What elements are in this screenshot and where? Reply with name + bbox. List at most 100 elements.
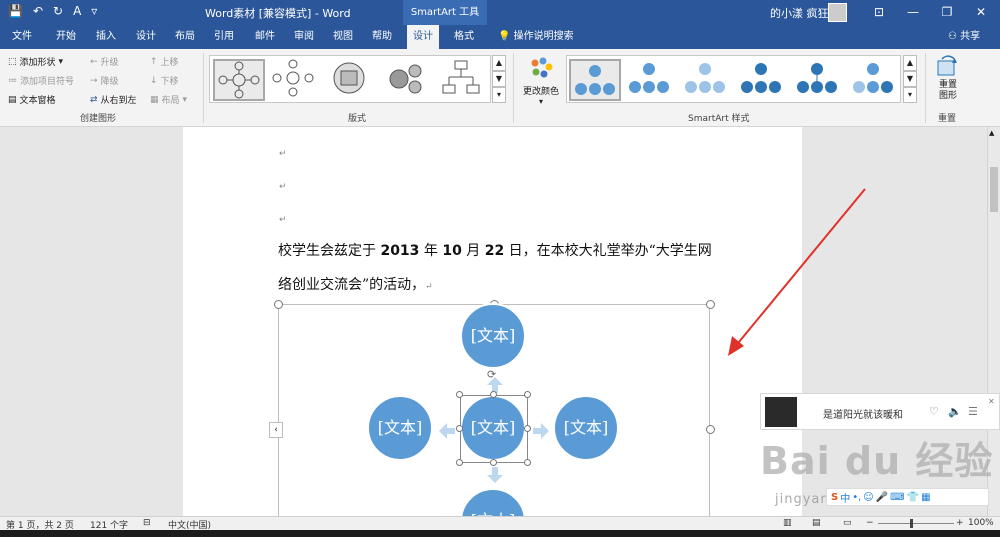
toolbox-icon[interactable]: ▦ xyxy=(921,492,930,503)
redo-icon[interactable]: ↻ xyxy=(53,4,63,18)
zoom-out-icon[interactable]: − xyxy=(866,518,874,528)
web-layout-icon[interactable]: ▭ xyxy=(843,518,852,528)
heart-icon[interactable]: ♡ xyxy=(929,405,939,418)
document-page[interactable]: ↵ ↵ ↵ 校学生会兹定于 2013 年 10 月 22 日，在本校大礼堂举办“… xyxy=(183,127,802,516)
node-resize-handle[interactable] xyxy=(456,425,463,432)
tab-references[interactable]: 引用 xyxy=(208,25,240,49)
tab-file[interactable]: 文件 xyxy=(6,25,38,49)
volume-icon[interactable]: 🔈 xyxy=(948,405,962,418)
restore-icon[interactable]: ❐ xyxy=(930,0,964,25)
style-item[interactable] xyxy=(625,59,677,101)
tab-layout[interactable]: 布局 xyxy=(169,25,201,49)
sogou-icon[interactable]: S xyxy=(831,492,838,503)
playlist-icon[interactable]: ☰ xyxy=(968,405,978,418)
tab-view[interactable]: 视图 xyxy=(327,25,359,49)
promote-button[interactable]: ← 升级 xyxy=(90,55,119,69)
tab-help[interactable]: 帮助 xyxy=(366,25,398,49)
change-colors-button[interactable]: 更改颜色 ▾ xyxy=(520,57,562,106)
body-paragraph-line-2[interactable]: 络创业交流会”的活动，↵ xyxy=(278,274,433,294)
close-icon[interactable]: ✕ xyxy=(988,397,995,406)
punctuation-icon[interactable]: •, xyxy=(852,492,861,503)
scroll-up-icon[interactable]: ▲ xyxy=(989,129,994,137)
tab-design[interactable]: 设计 xyxy=(130,25,162,49)
layout-item[interactable] xyxy=(213,59,265,101)
layout-button[interactable]: ▦ 布局 ▾ xyxy=(150,93,187,107)
tab-home[interactable]: 开始 xyxy=(50,25,82,49)
style-item[interactable] xyxy=(793,59,845,101)
zoom-level[interactable]: 100% xyxy=(968,518,994,528)
avatar[interactable] xyxy=(828,3,847,22)
reset-graphic-button[interactable]: 重置图形 xyxy=(932,55,964,102)
gallery-up-icon[interactable]: ▲ xyxy=(492,55,506,71)
node-resize-handle[interactable] xyxy=(524,425,531,432)
move-up-button[interactable]: ↑ 上移 xyxy=(150,55,179,69)
proofing-icon[interactable]: ⊟ xyxy=(143,518,151,528)
right-to-left-button[interactable]: ⇄ 从右到左 xyxy=(90,93,137,107)
smartart-node-bottom[interactable]: [文本] xyxy=(460,488,526,516)
smartart-node-right[interactable]: [文本] xyxy=(553,395,619,461)
customize-qat-icon[interactable]: ▿ xyxy=(91,4,97,18)
music-popup[interactable]: 是道阳光就该暖和 ♡ 🔈 ☰ ✕ xyxy=(760,393,1000,430)
layout-item[interactable] xyxy=(437,59,489,101)
gallery-down-icon[interactable]: ▼ xyxy=(903,71,917,87)
arrow-right-shape[interactable] xyxy=(531,421,551,441)
chinese-mode-icon[interactable]: 中 xyxy=(840,490,850,505)
node-resize-handle[interactable] xyxy=(490,391,497,398)
tab-smartart-design[interactable]: 设计 xyxy=(407,25,439,49)
style-item[interactable] xyxy=(681,59,733,101)
minimize-icon[interactable]: — xyxy=(896,0,930,25)
skin-icon[interactable]: 👕 xyxy=(907,492,919,503)
smartart-node-left[interactable]: [文本] xyxy=(367,395,433,461)
zoom-slider[interactable] xyxy=(878,523,954,524)
arrow-down-shape[interactable] xyxy=(485,465,505,485)
user-name[interactable]: 的小漾 疯狂 xyxy=(770,5,829,21)
layout-item[interactable] xyxy=(381,59,433,101)
text-pane-toggle[interactable]: ‹ xyxy=(269,422,283,438)
add-bullet-button[interactable]: ≔ 添加项目符号 xyxy=(8,74,74,88)
share-button[interactable]: ⚇ 共享 xyxy=(948,25,980,49)
emoji-icon[interactable]: ☺ xyxy=(863,492,873,503)
gallery-more-icon[interactable]: ▾ xyxy=(492,87,506,103)
text-pane-button[interactable]: ▤ 文本窗格 xyxy=(8,93,56,107)
microphone-icon[interactable]: 🎤 xyxy=(876,492,888,503)
smartart-graphic[interactable]: ‹ [文本] [文本] [文本] [文本] [文本] ⟳ xyxy=(269,300,715,516)
close-icon[interactable]: ✕ xyxy=(964,0,998,25)
layout-item[interactable] xyxy=(269,59,321,101)
print-layout-icon[interactable]: ▤ xyxy=(812,518,821,528)
style-item[interactable] xyxy=(737,59,789,101)
ribbon-display-icon[interactable]: ⊡ xyxy=(862,0,896,25)
zoom-in-icon[interactable]: + xyxy=(956,518,964,528)
tab-smartart-format[interactable]: 格式 xyxy=(448,25,480,49)
keyboard-icon[interactable]: ⌨ xyxy=(890,492,904,503)
move-down-button[interactable]: ↓ 下移 xyxy=(150,74,179,88)
rotate-handle-icon[interactable]: ⟳ xyxy=(487,368,496,381)
style-item[interactable] xyxy=(849,59,901,101)
node-resize-handle[interactable] xyxy=(456,459,463,466)
gallery-up-icon[interactable]: ▲ xyxy=(903,55,917,71)
resize-handle[interactable] xyxy=(706,300,715,309)
node-resize-handle[interactable] xyxy=(456,391,463,398)
read-mode-icon[interactable]: ▥ xyxy=(783,518,792,528)
gallery-more-icon[interactable]: ▾ xyxy=(903,87,917,103)
node-resize-handle[interactable] xyxy=(524,391,531,398)
gallery-down-icon[interactable]: ▼ xyxy=(492,71,506,87)
ime-toolbar[interactable]: S 中 •, ☺ 🎤 ⌨ 👕 ▦ xyxy=(826,488,989,506)
node-resize-handle[interactable] xyxy=(524,459,531,466)
resize-handle[interactable] xyxy=(274,300,283,309)
undo-icon[interactable]: ↶ xyxy=(33,4,43,18)
style-item[interactable] xyxy=(569,59,621,101)
tab-review[interactable]: 审阅 xyxy=(288,25,320,49)
scrollbar-thumb[interactable] xyxy=(990,167,998,212)
save-icon[interactable]: 💾 xyxy=(8,4,23,18)
demote-button[interactable]: → 降级 xyxy=(90,74,119,88)
format-icon[interactable]: A xyxy=(73,4,81,18)
node-resize-handle[interactable] xyxy=(490,459,497,466)
add-shape-button[interactable]: ⬚ 添加形状 ▾ xyxy=(8,55,63,69)
tell-me-search[interactable]: 💡 操作说明搜索 xyxy=(492,25,580,49)
tab-mailings[interactable]: 邮件 xyxy=(249,25,281,49)
body-paragraph-line-1[interactable]: 校学生会兹定于 2013 年 10 月 22 日，在本校大礼堂举办“大学生网 xyxy=(278,240,712,260)
zoom-slider-thumb[interactable] xyxy=(910,519,913,528)
layout-item[interactable] xyxy=(325,59,377,101)
arrow-left-shape[interactable] xyxy=(437,421,457,441)
tab-insert[interactable]: 插入 xyxy=(90,25,122,49)
